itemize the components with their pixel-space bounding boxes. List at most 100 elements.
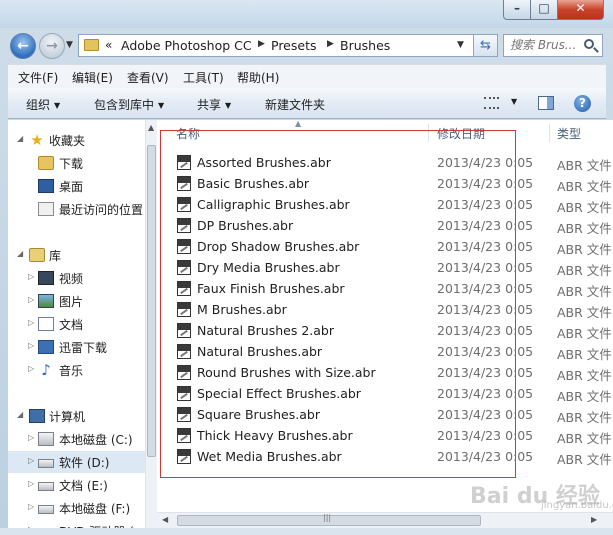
nav-favorites[interactable]: ◢ ★ 收藏夹 (8, 129, 145, 151)
refresh-button[interactable]: ⇆ (474, 34, 498, 57)
abr-file-icon (177, 407, 191, 422)
nav-label: 本地磁盘 (C:) (59, 433, 133, 447)
nav-libraries[interactable]: ◢ 库 (8, 244, 145, 266)
file-row[interactable]: Square Brushes.abr 2013/4/23 0:05 ABR 文件 (157, 404, 613, 425)
column-header-type[interactable]: 类型 (557, 125, 581, 142)
abr-file-icon (177, 176, 191, 191)
file-row[interactable]: Assorted Brushes.abr 2013/4/23 0:05 ABR 文件 (157, 152, 613, 173)
menu-edit[interactable]: 编辑(E) (72, 69, 113, 86)
navigation-scrollbar[interactable]: ▲ (145, 120, 157, 535)
collapse-arrow-icon[interactable]: ▷ (28, 341, 34, 350)
scroll-right-icon[interactable]: ▶ (591, 515, 597, 524)
nav-item-drive-d[interactable]: ▷ 软件 (D:) (8, 451, 145, 473)
file-name: M Brushes.abr (197, 302, 287, 317)
collapse-arrow-icon[interactable]: ▷ (28, 295, 34, 304)
nav-item-videos[interactable]: ▷ 视频 (8, 267, 145, 289)
file-row[interactable]: Natural Brushes.abr 2013/4/23 0:05 ABR 文件 (157, 341, 613, 362)
nav-item-pictures[interactable]: ▷ 图片 (8, 290, 145, 312)
back-button[interactable]: ← (10, 33, 36, 59)
star-icon: ★ (30, 131, 44, 149)
recent-pages-dropdown[interactable]: ▼ (66, 40, 73, 50)
file-row[interactable]: Basic Brushes.abr 2013/4/23 0:05 ABR 文件 (157, 173, 613, 194)
view-options-dropdown[interactable]: ▼ (511, 97, 517, 106)
horizontal-scrollbar[interactable]: ◀ ||| ▶ (157, 512, 613, 528)
scroll-left-icon[interactable]: ◀ (162, 515, 168, 524)
breadcrumb-separator-icon[interactable]: ▶ (258, 39, 265, 49)
help-icon[interactable]: ? (574, 95, 591, 112)
change-view-icon[interactable] (484, 97, 499, 109)
file-row[interactable]: Drop Shadow Brushes.abr 2013/4/23 0:05 ABR… (157, 236, 613, 257)
nav-item-drive-f[interactable]: ▷ 本地磁盘 (F:) (8, 497, 145, 519)
collapse-arrow-icon[interactable]: ▷ (28, 318, 34, 327)
drive-icon (38, 459, 54, 468)
abr-file-icon (177, 197, 191, 212)
expand-arrow-icon[interactable]: ◢ (17, 410, 23, 419)
file-row[interactable]: Wet Media Brushes.abr 2013/4/23 0:05 ABR 文… (157, 446, 613, 467)
address-dropdown-icon[interactable]: ▼ (457, 40, 464, 50)
menu-help[interactable]: 帮助(H) (237, 69, 279, 86)
nav-item-thunder-downloads[interactable]: ▷ 迅雷下载 (8, 336, 145, 358)
organize-button[interactable]: 组织 ▼ (26, 96, 60, 113)
file-row[interactable]: Special Effect Brushes.abr 2013/4/23 0:05… (157, 383, 613, 404)
expand-arrow-icon[interactable]: ◢ (17, 134, 23, 143)
menu-file[interactable]: 文件(F) (18, 69, 58, 86)
nav-item-drive-c[interactable]: ▷ 本地磁盘 (C:) (8, 428, 145, 450)
nav-item-recent-places[interactable]: 最近访问的位置 (8, 198, 145, 220)
nav-item-music[interactable]: ▷ ♪ 音乐 (8, 359, 145, 381)
file-name: Basic Brushes.abr (197, 176, 310, 191)
forward-button[interactable]: → (39, 33, 65, 59)
nav-item-downloads[interactable]: 下载 (8, 152, 145, 174)
file-row[interactable]: M Brushes.abr 2013/4/23 0:05 ABR 文件 (157, 299, 613, 320)
new-folder-button[interactable]: 新建文件夹 (265, 96, 325, 113)
file-name: Drop Shadow Brushes.abr (197, 239, 360, 254)
address-bar[interactable]: « Adobe Photoshop CC ▶ Presets ▶ Brushes… (78, 34, 474, 57)
expand-arrow-icon[interactable]: ◢ (17, 249, 23, 258)
file-row[interactable]: Thick Heavy Brushes.abr 2013/4/23 0:05 ABR… (157, 425, 613, 446)
menu-view[interactable]: 查看(V) (127, 69, 169, 86)
breadcrumb-presets[interactable]: Presets (271, 38, 317, 53)
nav-computer[interactable]: ◢ 计算机 (8, 405, 145, 427)
include-in-library-button[interactable]: 包含到库中 ▼ (94, 96, 164, 113)
share-label: 共享 (197, 98, 222, 112)
abr-file-icon (177, 239, 191, 254)
collapse-arrow-icon[interactable]: ▷ (28, 479, 34, 488)
file-row[interactable]: Dry Media Brushes.abr 2013/4/23 0:05 ABR 文… (157, 257, 613, 278)
overflow-chevron[interactable]: « (105, 38, 112, 52)
search-input[interactable] (510, 38, 580, 52)
close-button[interactable]: ✕ (558, 0, 604, 20)
nav-item-desktop[interactable]: 桌面 (8, 175, 145, 197)
preview-pane-icon[interactable] (538, 96, 554, 110)
share-button[interactable]: 共享 ▼ (197, 96, 231, 113)
breadcrumb-adobe-photoshop[interactable]: Adobe Photoshop CC (121, 38, 252, 53)
file-row[interactable]: Natural Brushes 2.abr 2013/4/23 0:05 ABR 文… (157, 320, 613, 341)
search-icon[interactable] (584, 39, 594, 49)
libraries-icon (29, 248, 45, 262)
file-row[interactable]: Faux Finish Brushes.abr 2013/4/23 0:05 ABR… (157, 278, 613, 299)
menu-tools[interactable]: 工具(T) (183, 69, 224, 86)
file-name: DP Brushes.abr (197, 218, 294, 233)
file-row[interactable]: DP Brushes.abr 2013/4/23 0:05 ABR 文件 (157, 215, 613, 236)
scrollbar-thumb[interactable] (147, 145, 156, 457)
abr-file-icon (177, 281, 191, 296)
collapse-arrow-icon[interactable]: ▷ (28, 433, 34, 442)
collapse-arrow-icon[interactable]: ▷ (28, 502, 34, 511)
breadcrumb-separator-icon[interactable]: ▶ (327, 39, 334, 49)
search-box[interactable] (503, 34, 603, 57)
collapse-arrow-icon[interactable]: ▷ (28, 272, 34, 281)
nav-label: 视频 (59, 272, 84, 286)
minimize-button[interactable]: – (503, 0, 531, 20)
file-type: ABR 文件 (557, 284, 612, 299)
column-divider[interactable] (549, 124, 550, 142)
nav-item-drive-e[interactable]: ▷ 文档 (E:) (8, 474, 145, 496)
file-name: Thick Heavy Brushes.abr (197, 428, 353, 443)
file-type: ABR 文件 (557, 200, 612, 215)
collapse-arrow-icon[interactable]: ▷ (28, 364, 34, 373)
maximize-button[interactable]: □ (531, 0, 558, 20)
nav-item-documents[interactable]: ▷ 文档 (8, 313, 145, 335)
file-row[interactable]: Round Brushes with Size.abr 2013/4/23 0:0… (157, 362, 613, 383)
collapse-arrow-icon[interactable]: ▷ (28, 456, 34, 465)
scroll-up-icon[interactable]: ▲ (148, 123, 154, 132)
breadcrumb-brushes[interactable]: Brushes (340, 38, 390, 53)
file-row[interactable]: Calligraphic Brushes.abr 2013/4/23 0:05 AB… (157, 194, 613, 215)
nav-label: 下载 (59, 157, 84, 171)
